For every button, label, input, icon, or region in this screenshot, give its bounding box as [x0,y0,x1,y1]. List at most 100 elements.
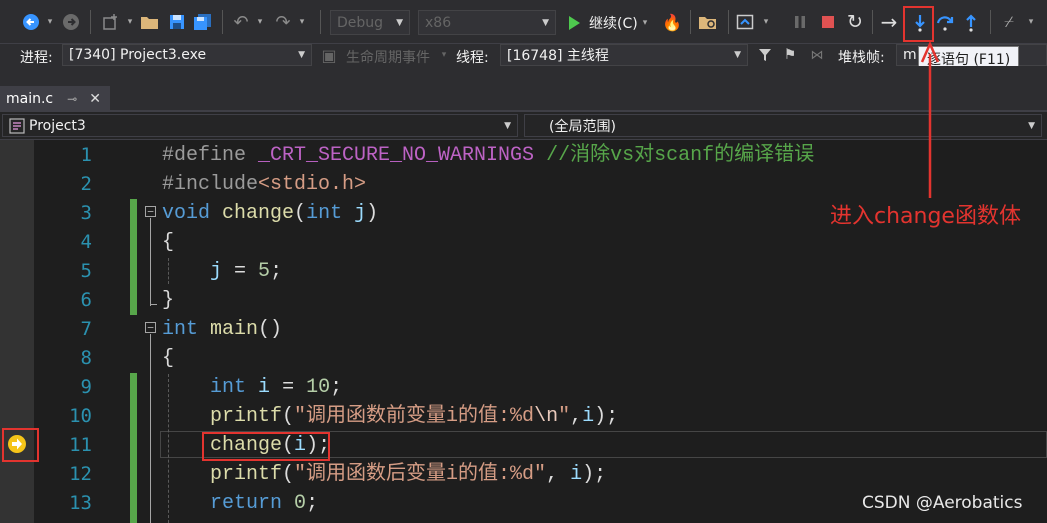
code-token: " [558,405,571,428]
flag-threads-icon[interactable]: ⚑ [780,45,800,65]
code-line[interactable]: 10 printf("调用函数前变量i的值:%d\n",i); [0,402,1047,431]
line-number: 5 [80,260,92,282]
step-over-icon[interactable] [934,10,956,34]
line-code: { [162,344,174,373]
code-token: 5 [258,260,271,283]
code-token: main [210,318,259,341]
call-highlight-box [202,432,330,461]
code-token: "调用函数前变量i的值:%d [294,405,535,428]
line-number: 7 [80,318,92,340]
close-icon[interactable]: ✕ [89,91,101,107]
undo-icon[interactable]: ↶ [230,10,252,34]
code-token: printf [210,463,283,486]
open-folder-icon[interactable] [138,10,162,34]
code-token: i [582,405,595,428]
code-line[interactable]: 6} [0,286,1047,315]
code-line[interactable]: 1 #define _CRT_SECURE_NO_WARNINGS //消除vs对… [0,141,1047,170]
pin-icon[interactable]: ⊸ [67,92,77,106]
project-value: Project3 [29,117,86,134]
back-dropdown-icon[interactable]: ▾ [44,10,56,34]
project-select[interactable]: Project3 ▼ [2,114,518,137]
code-token: #define [162,144,259,167]
code-token: <stdio.h> [258,173,367,196]
break-all-icon[interactable] [790,10,810,34]
line-code: #define _CRT_SECURE_NO_WARNINGS //消除vs对s… [162,141,814,170]
code-line[interactable]: 7 int main() [0,315,1047,344]
code-token: change [222,202,295,225]
line-code: #include<stdio.h> [162,170,366,199]
line-number: 3 [80,202,92,224]
code-token: 10 [306,376,331,399]
code-line[interactable]: 8{ [0,344,1047,373]
process-select[interactable]: [7340] Project3.exe ▼ [62,44,312,66]
code-line[interactable]: 9 int i = 10; [0,373,1047,402]
tab-main-c[interactable]: main.c ⊸ ✕ [0,86,110,112]
show-next-icon[interactable]: → [878,10,900,34]
toolbar-more-icon[interactable]: ▾ [1024,10,1038,34]
code-token: { [162,231,175,254]
code-token: i [570,463,583,486]
main-toolbar: ▾ ▾ ↶ ▾ ↷ ▾ Debug ▼ x86 ▼ 继续(C) ▾ 🔥 ▾ ↻ … [0,0,1047,44]
thread-select[interactable]: [16748] 主线程 ▼ [500,44,748,66]
show-next-statement-icon[interactable] [734,10,756,34]
line-code: void change(int j) [162,199,378,228]
code-token: () [258,318,283,341]
annotation-label: 进入change函数体 [830,204,1021,229]
new-dropdown-icon[interactable]: ▾ [124,10,136,34]
thread-label: 线程: [456,50,489,66]
folder-find-icon[interactable] [696,10,720,34]
annotation-arrow [920,40,940,198]
show-flagged-threads-icon[interactable]: ⋈ [806,45,828,65]
back-icon[interactable] [20,10,42,34]
lifecycle-dropdown-icon[interactable]: ▾ [438,45,450,65]
forward-icon[interactable] [60,10,82,34]
save-icon[interactable] [166,10,188,34]
code-token: ); [582,463,607,486]
step-out-icon[interactable] [960,10,982,34]
undo-dropdown-icon[interactable]: ▾ [254,10,266,34]
save-all-icon[interactable] [192,10,214,34]
filter-icon[interactable] [756,45,774,65]
hex-display-icon[interactable]: ⌿ [998,10,1020,34]
line-code: int i = 10; [162,373,342,402]
code-token: _CRT_SECURE_NO_WARNINGS [258,144,535,167]
redo-dropdown-icon[interactable]: ▾ [296,10,308,34]
stop-debugging-icon[interactable] [818,10,838,34]
code-line[interactable]: 2 #include<stdio.h> [0,170,1047,199]
configuration-select[interactable]: Debug ▼ [330,10,410,35]
code-line[interactable]: 5 j = 5; [0,257,1047,286]
hot-reload-icon[interactable]: 🔥 [662,10,682,34]
platform-select[interactable]: x86 ▼ [418,10,556,35]
code-line[interactable]: 12 printf("调用函数后变量i的值:%d", i); [0,460,1047,489]
line-code: { [162,228,174,257]
line-code: printf("调用函数前变量i的值:%d\n",i); [162,402,618,431]
lifecycle-events-button[interactable]: 生命周期事件 [346,47,430,67]
process-label: 进程: [20,50,53,66]
scope-select[interactable]: (全局范围) ▼ [524,114,1042,137]
new-project-icon[interactable] [98,10,122,34]
continue-label: 继续(C) [589,15,638,32]
code-token: ( [282,405,295,428]
code-token: ( [294,202,307,225]
restart-icon[interactable]: ↻ [844,10,866,34]
redo-icon[interactable]: ↷ [272,10,294,34]
platform-value: x86 [425,14,452,31]
toolbar-overflow-icon[interactable]: ▾ [760,10,772,34]
line-code: j = 5; [162,257,282,286]
code-token: = [270,376,307,399]
line-number: 2 [80,173,92,195]
code-line[interactable]: 11 change(i); [0,431,1047,460]
process-value: [7340] Project3.exe [69,47,207,63]
code-token: int [306,202,343,225]
stack-frame-value: m [903,47,917,63]
continue-button[interactable]: 继续(C) ▾ [566,10,647,35]
thread-value: [16748] 主线程 [507,48,609,64]
code-line[interactable]: 4{ [0,228,1047,257]
continue-dropdown-icon[interactable]: ▾ [643,18,648,28]
